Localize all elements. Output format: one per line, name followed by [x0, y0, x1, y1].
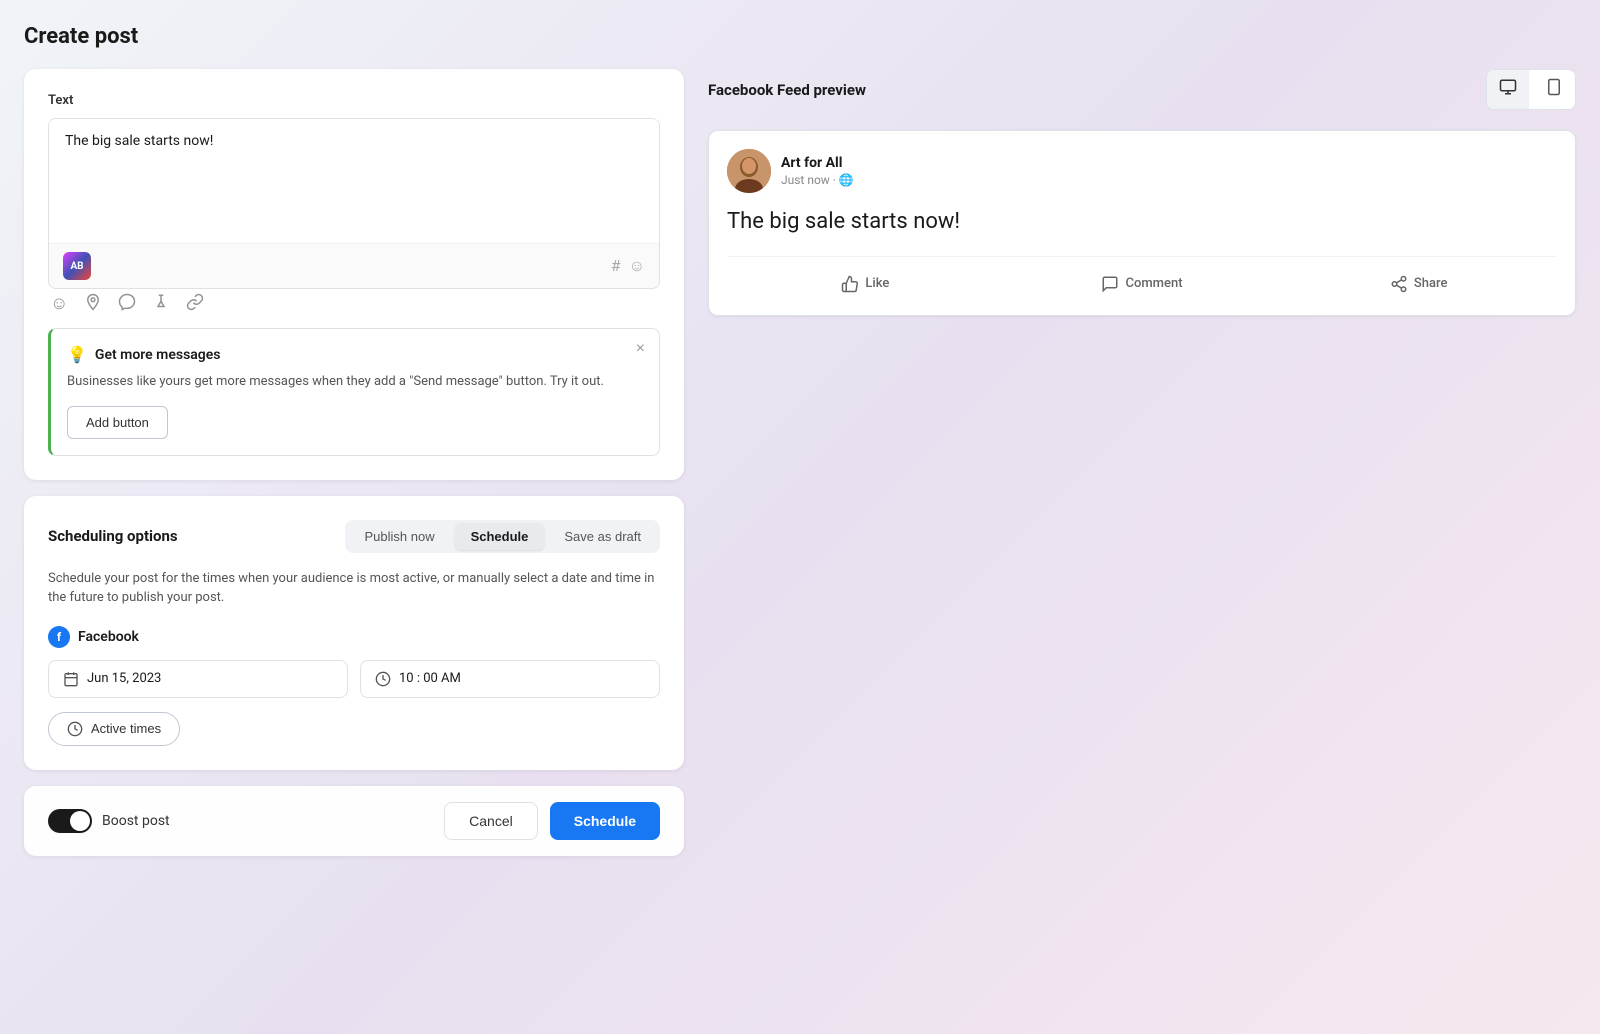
avatar-image	[727, 149, 771, 193]
preview-post-text: The big sale starts now!	[727, 207, 1557, 238]
like-label: Like	[865, 276, 889, 291]
comment-icon	[1101, 275, 1119, 293]
boost-toggle-container: Boost post	[48, 809, 170, 833]
scheduling-description: Schedule your post for the times when yo…	[48, 569, 660, 608]
scheduling-card: Scheduling options Publish now Schedule …	[24, 496, 684, 770]
text-area-footer: AB # ☺	[49, 243, 659, 288]
cancel-button[interactable]: Cancel	[444, 802, 538, 840]
facebook-icon: f	[48, 626, 70, 648]
info-banner-close-button[interactable]: ×	[636, 341, 645, 357]
author-meta: Just now · 🌐	[781, 173, 854, 187]
text-card: Text The big sale starts now! AB # ☺ ☺	[24, 69, 684, 480]
info-banner-title: Get more messages	[95, 347, 221, 363]
preview-author: Art for All Just now · 🌐	[727, 149, 1557, 193]
preview-actions: Like Comment Share	[727, 256, 1557, 297]
comment-action[interactable]: Comment	[1004, 271, 1281, 297]
desktop-preview-button[interactable]	[1487, 70, 1529, 109]
schedule-button[interactable]: Schedule	[550, 802, 660, 840]
scheduling-tabs: Publish now Schedule Save as draft	[345, 520, 660, 553]
mobile-preview-button[interactable]	[1533, 70, 1575, 109]
left-column: Text The big sale starts now! AB # ☺ ☺	[24, 69, 684, 856]
schedule-tab[interactable]: Schedule	[455, 523, 545, 550]
page-title: Create post	[24, 24, 1576, 49]
lightbulb-icon: 💡	[67, 345, 87, 364]
active-times-clock-icon	[67, 721, 83, 737]
lab-icon[interactable]	[152, 293, 170, 316]
text-area-wrapper: The big sale starts now! AB # ☺	[48, 118, 660, 289]
post-text-input[interactable]: The big sale starts now!	[49, 119, 659, 239]
share-action[interactable]: Share	[1280, 271, 1557, 297]
link-icon[interactable]	[186, 293, 204, 316]
time-picker[interactable]: 10 : 00 AM	[360, 660, 660, 698]
preview-card: Art for All Just now · 🌐 The big sale st…	[708, 130, 1576, 316]
hashtag-icon[interactable]: #	[611, 256, 621, 276]
comment-label: Comment	[1125, 276, 1182, 291]
calendar-icon	[63, 671, 79, 687]
time-value: 10 : 00 AM	[399, 671, 461, 686]
boost-toggle-switch[interactable]	[48, 809, 92, 833]
active-times-button[interactable]: Active times	[48, 712, 180, 746]
emoji-toolbar-icon[interactable]: ☺	[50, 293, 68, 316]
scheduling-header: Scheduling options Publish now Schedule …	[48, 520, 660, 553]
like-action[interactable]: Like	[727, 271, 1004, 297]
share-label: Share	[1414, 276, 1448, 291]
author-avatar	[727, 149, 771, 193]
author-info: Art for All Just now · 🌐	[781, 155, 854, 187]
save-as-draft-tab[interactable]: Save as draft	[548, 523, 657, 550]
bottom-bar: Boost post Cancel Schedule	[24, 786, 684, 856]
like-icon	[841, 275, 859, 293]
preview-device-buttons	[1486, 69, 1576, 110]
active-times-label: Active times	[91, 721, 161, 736]
toggle-knob	[70, 811, 90, 831]
info-banner-header: 💡 Get more messages	[67, 345, 643, 364]
clock-icon	[375, 671, 391, 687]
facebook-platform-label: f Facebook	[48, 626, 660, 648]
platform-name: Facebook	[78, 629, 139, 645]
author-meta-text: Just now · 🌐	[781, 173, 854, 187]
scheduling-title: Scheduling options	[48, 527, 178, 545]
text-section-label: Text	[48, 93, 660, 108]
toolbar-icons: ☺	[48, 289, 660, 316]
date-time-row: Jun 15, 2023 10 : 00 AM	[48, 660, 660, 698]
preview-header: Facebook Feed preview	[708, 69, 1576, 110]
text-formatting-icons: # ☺	[611, 256, 645, 276]
publish-now-tab[interactable]: Publish now	[348, 523, 450, 550]
ai-enhance-icon[interactable]: AB	[63, 252, 91, 280]
share-icon	[1390, 275, 1408, 293]
info-banner-description: Businesses like yours get more messages …	[67, 372, 643, 392]
bottom-actions: Cancel Schedule	[444, 802, 660, 840]
date-picker[interactable]: Jun 15, 2023	[48, 660, 348, 698]
boost-label: Boost post	[102, 813, 170, 829]
info-banner: × 💡 Get more messages Businesses like yo…	[48, 328, 660, 456]
right-column: Facebook Feed preview	[708, 69, 1576, 316]
date-value: Jun 15, 2023	[87, 671, 161, 686]
messenger-icon[interactable]	[118, 293, 136, 316]
author-name: Art for All	[781, 155, 854, 171]
location-icon[interactable]	[84, 293, 102, 316]
preview-title: Facebook Feed preview	[708, 81, 866, 99]
add-button-cta[interactable]: Add button	[67, 406, 168, 439]
emoji-picker-icon[interactable]: ☺	[629, 256, 645, 276]
